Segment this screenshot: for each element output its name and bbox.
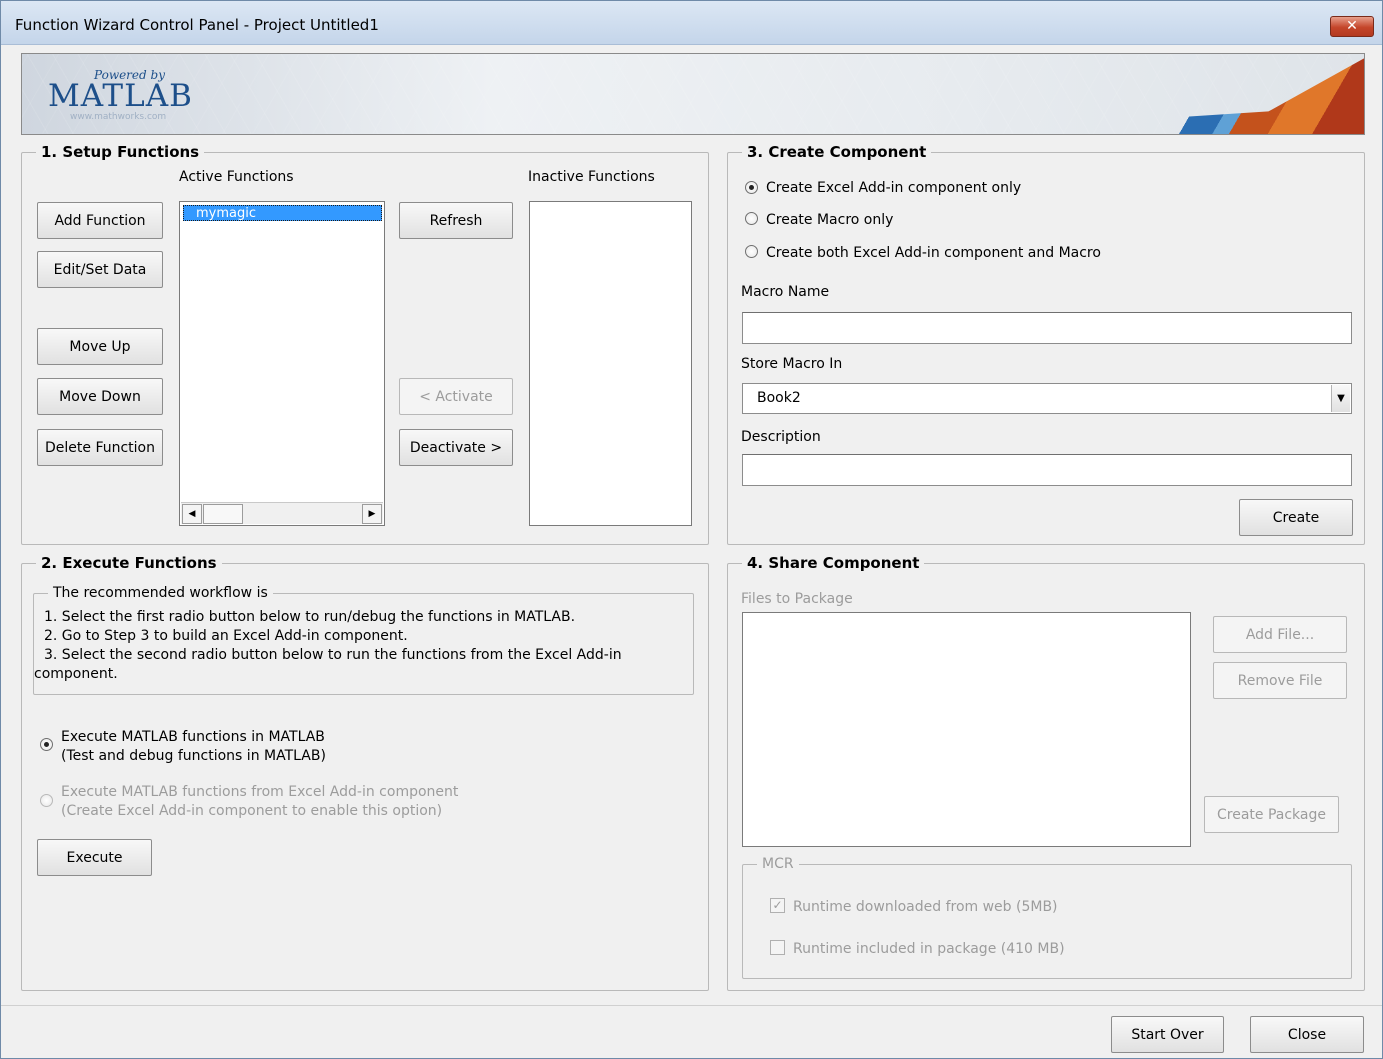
share-component-title: 4. Share Component: [742, 554, 925, 572]
title-bar: Function Wizard Control Panel - Project …: [1, 1, 1382, 45]
radio-execute-from-excel[interactable]: [40, 794, 53, 807]
radio-macro-only-label[interactable]: Create Macro only: [766, 211, 893, 229]
radio-excel-addin-only[interactable]: [745, 181, 758, 194]
delete-function-button[interactable]: Delete Function: [37, 429, 163, 466]
description-label: Description: [741, 429, 821, 445]
radio-macro-only[interactable]: [745, 212, 758, 225]
list-item[interactable]: mymagic: [183, 205, 382, 221]
workflow-step-3-cont: component.: [34, 666, 118, 682]
mcr-group: MCR ✓ Runtime downloaded from web (5MB) …: [742, 855, 1352, 979]
membrane-logo-icon: [1142, 54, 1364, 134]
execute-from-excel-line2[interactable]: (Create Excel Add-in component to enable…: [61, 802, 442, 820]
banner-url: www.mathworks.com: [70, 112, 167, 122]
close-button[interactable]: Close: [1250, 1016, 1364, 1053]
remove-file-button[interactable]: Remove File: [1213, 662, 1347, 699]
inactive-functions-list[interactable]: [529, 201, 692, 526]
execute-button[interactable]: Execute: [37, 839, 152, 876]
scroll-thumb[interactable]: [203, 504, 243, 524]
active-functions-list[interactable]: mymagic ◀ ▶: [179, 201, 385, 526]
move-up-button[interactable]: Move Up: [37, 328, 163, 365]
execute-functions-group: 2. Execute Functions The recommended wor…: [21, 554, 709, 991]
description-input[interactable]: [742, 454, 1352, 486]
activate-button[interactable]: < Activate: [399, 378, 513, 415]
store-macro-in-label: Store Macro In: [741, 356, 843, 372]
workflow-group: The recommended workflow is 1. Select th…: [33, 584, 694, 695]
execute-in-matlab-line2[interactable]: (Test and debug functions in MATLAB): [61, 747, 326, 765]
mcr-package-label[interactable]: Runtime included in package (410 MB): [793, 940, 1065, 958]
matlab-banner: Powered by MATLAB www.mathworks.com: [21, 53, 1365, 135]
share-component-group: 4. Share Component Files to Package Add …: [727, 554, 1365, 991]
scroll-right-icon[interactable]: ▶: [362, 504, 382, 524]
deactivate-button[interactable]: Deactivate >: [399, 429, 513, 466]
mcr-web-label[interactable]: Runtime downloaded from web (5MB): [793, 898, 1058, 916]
move-down-button[interactable]: Move Down: [37, 378, 163, 415]
workflow-steps: 1. Select the first radio button below t…: [34, 608, 684, 684]
footer-divider: [1, 1005, 1382, 1006]
inactive-functions-label: Inactive Functions: [528, 169, 655, 185]
create-component-group: 3. Create Component Create Excel Add-in …: [727, 143, 1365, 545]
workflow-step-2: 2. Go to Step 3 to build an Excel Add-in…: [44, 628, 408, 644]
macro-name-input[interactable]: [742, 312, 1352, 344]
workflow-step-1: 1. Select the first radio button below t…: [44, 609, 576, 625]
setup-functions-group: 1. Setup Functions Active Functions Inac…: [21, 143, 709, 545]
execute-in-matlab-line1[interactable]: Execute MATLAB functions in MATLAB: [61, 728, 325, 746]
window-title: Function Wizard Control Panel - Project …: [15, 16, 379, 34]
macro-name-label: Macro Name: [741, 284, 830, 300]
matlab-logo: MATLAB: [48, 78, 193, 114]
chevron-down-icon[interactable]: ▼: [1331, 385, 1350, 412]
execute-from-excel-line1[interactable]: Execute MATLAB functions from Excel Add-…: [61, 783, 458, 801]
refresh-button[interactable]: Refresh: [399, 202, 513, 239]
mcr-package-checkbox[interactable]: [770, 940, 785, 955]
function-wizard-window: Function Wizard Control Panel - Project …: [0, 0, 1383, 1059]
workflow-step-3: 3. Select the second radio button below …: [44, 647, 622, 663]
active-functions-label: Active Functions: [179, 169, 294, 185]
mcr-web-checkbox[interactable]: ✓: [770, 898, 785, 913]
create-package-button[interactable]: Create Package: [1204, 796, 1339, 833]
close-icon: ✕: [1346, 18, 1358, 34]
files-to-package-label: Files to Package: [741, 591, 853, 607]
scroll-left-icon[interactable]: ◀: [182, 504, 202, 524]
radio-both-label[interactable]: Create both Excel Add-in component and M…: [766, 244, 1101, 262]
mcr-title: MCR: [757, 855, 799, 873]
start-over-button[interactable]: Start Over: [1111, 1016, 1224, 1053]
workflow-title: The recommended workflow is: [48, 584, 273, 602]
active-list-horizontal-scrollbar[interactable]: ◀ ▶: [181, 502, 383, 524]
store-macro-in-select[interactable]: Book2 ▼: [742, 383, 1352, 414]
execute-functions-title: 2. Execute Functions: [36, 554, 222, 572]
create-button[interactable]: Create: [1239, 499, 1353, 536]
add-function-button[interactable]: Add Function: [37, 202, 163, 239]
setup-functions-title: 1. Setup Functions: [36, 143, 205, 161]
edit-set-data-button[interactable]: Edit/Set Data: [37, 251, 163, 288]
add-file-button[interactable]: Add File...: [1213, 616, 1347, 653]
radio-execute-in-matlab[interactable]: [40, 738, 53, 751]
radio-excel-addin-only-label[interactable]: Create Excel Add-in component only: [766, 179, 1021, 197]
radio-both[interactable]: [745, 245, 758, 258]
create-component-title: 3. Create Component: [742, 143, 932, 161]
store-macro-in-value: Book2: [757, 390, 801, 406]
window-close-button[interactable]: ✕: [1330, 16, 1374, 37]
files-to-package-list[interactable]: [742, 612, 1191, 847]
